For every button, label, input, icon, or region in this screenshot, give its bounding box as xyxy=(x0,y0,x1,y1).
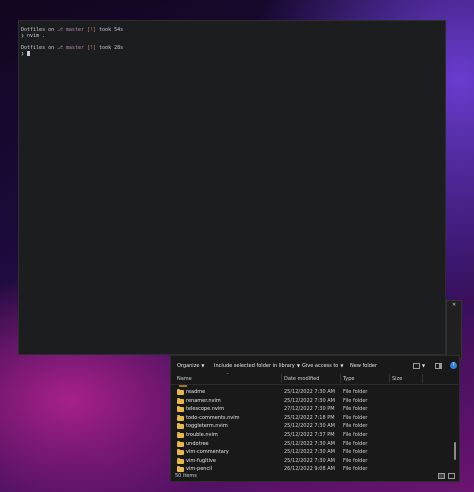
list-item[interactable]: undotree 25/12/2022 7:30 AM File folder xyxy=(171,440,459,449)
sort-up-icon: ⌃ xyxy=(226,372,230,377)
git-branch: ⎇ master xyxy=(57,45,84,51)
folder-icon xyxy=(177,440,184,447)
terminal-input-line[interactable]: ❯ xyxy=(21,51,443,57)
list-item[interactable]: trouble.nvim 25/12/2022 7:37 PM File folde… xyxy=(171,431,459,440)
chevron-down-icon[interactable]: ▼ xyxy=(422,360,425,372)
large-icons-view-icon[interactable] xyxy=(448,473,455,479)
folder-icon xyxy=(177,414,184,421)
column-name[interactable]: Name xyxy=(177,376,192,382)
give-access-button[interactable]: Give access to ▼ xyxy=(302,360,343,372)
folder-icon xyxy=(177,389,184,395)
list-item[interactable]: todo-comments.nvim 25/12/2022 7:18 PM File… xyxy=(171,414,459,423)
scrollbar-thumb[interactable] xyxy=(454,442,456,460)
file-list: readme 25/12/2022 7:30 AM File folder rena… xyxy=(171,388,459,474)
git-status: [!] xyxy=(83,27,97,33)
column-size[interactable]: Size xyxy=(392,376,402,382)
close-icon[interactable]: ✕ xyxy=(452,302,456,308)
chevron-down-icon: ▼ xyxy=(201,363,205,368)
chevron-down-icon: ▼ xyxy=(296,363,300,368)
terminal-window[interactable]: Dotfiles on ⎇ master [!] took 54s ❯ nvim… xyxy=(18,20,446,355)
list-item[interactable]: vim-pencil 26/12/2022 9:08 AM File folder xyxy=(171,465,459,474)
list-item[interactable]: renamer.nvim 25/12/2022 7:30 AM File folde… xyxy=(171,397,459,406)
column-date-modified[interactable]: Date modified xyxy=(284,376,319,382)
preview-pane-icon[interactable] xyxy=(435,363,442,369)
folder-icon xyxy=(177,423,184,430)
new-folder-button[interactable]: New folder xyxy=(350,360,377,372)
chevron-down-icon: ▼ xyxy=(340,363,344,368)
git-status: [!] xyxy=(83,45,97,51)
folder-icon xyxy=(177,457,184,464)
folder-icon xyxy=(177,449,184,456)
prompt-symbol: ❯ xyxy=(21,51,25,57)
command-text: nvim . xyxy=(24,33,46,39)
list-item[interactable]: toggleterm.nvim 25/12/2022 7:30 AM File fo… xyxy=(171,422,459,431)
folder-icon xyxy=(177,431,184,438)
list-item[interactable]: telescope.nvim 27/12/2022 7:30 PM File fol… xyxy=(171,405,459,414)
file-explorer-window[interactable]: Organize ▼ Include selected folder in lib… xyxy=(170,355,460,482)
view-options-icon[interactable] xyxy=(413,363,420,369)
item-count: 50 items xyxy=(175,473,197,479)
details-view-icon[interactable] xyxy=(438,473,445,479)
column-headers: ⌃ Name Date modified Type Size xyxy=(171,372,459,385)
partially-visible-row xyxy=(179,385,187,387)
folder-icon xyxy=(177,466,184,473)
list-item[interactable]: vim-fugitive 25/12/2022 7:30 AM File folde… xyxy=(171,457,459,466)
folder-icon xyxy=(177,397,184,404)
help-icon[interactable]: ? xyxy=(450,362,457,369)
list-item[interactable]: vim-commentary 25/12/2022 7:30 AM File fol… xyxy=(171,448,459,457)
organize-button[interactable]: Organize ▼ xyxy=(177,360,204,372)
folder-icon xyxy=(177,406,184,413)
include-in-library-button[interactable]: Include selected folder in library ▼ xyxy=(214,360,300,372)
git-branch: ⎇ master xyxy=(57,27,84,33)
text-cursor xyxy=(27,51,31,56)
list-item[interactable]: readme 25/12/2022 7:30 AM File folder xyxy=(171,388,459,397)
command-bar: Organize ▼ Include selected folder in lib… xyxy=(171,360,459,372)
background-window[interactable]: ✕ xyxy=(446,300,462,360)
column-type[interactable]: Type xyxy=(343,376,354,382)
